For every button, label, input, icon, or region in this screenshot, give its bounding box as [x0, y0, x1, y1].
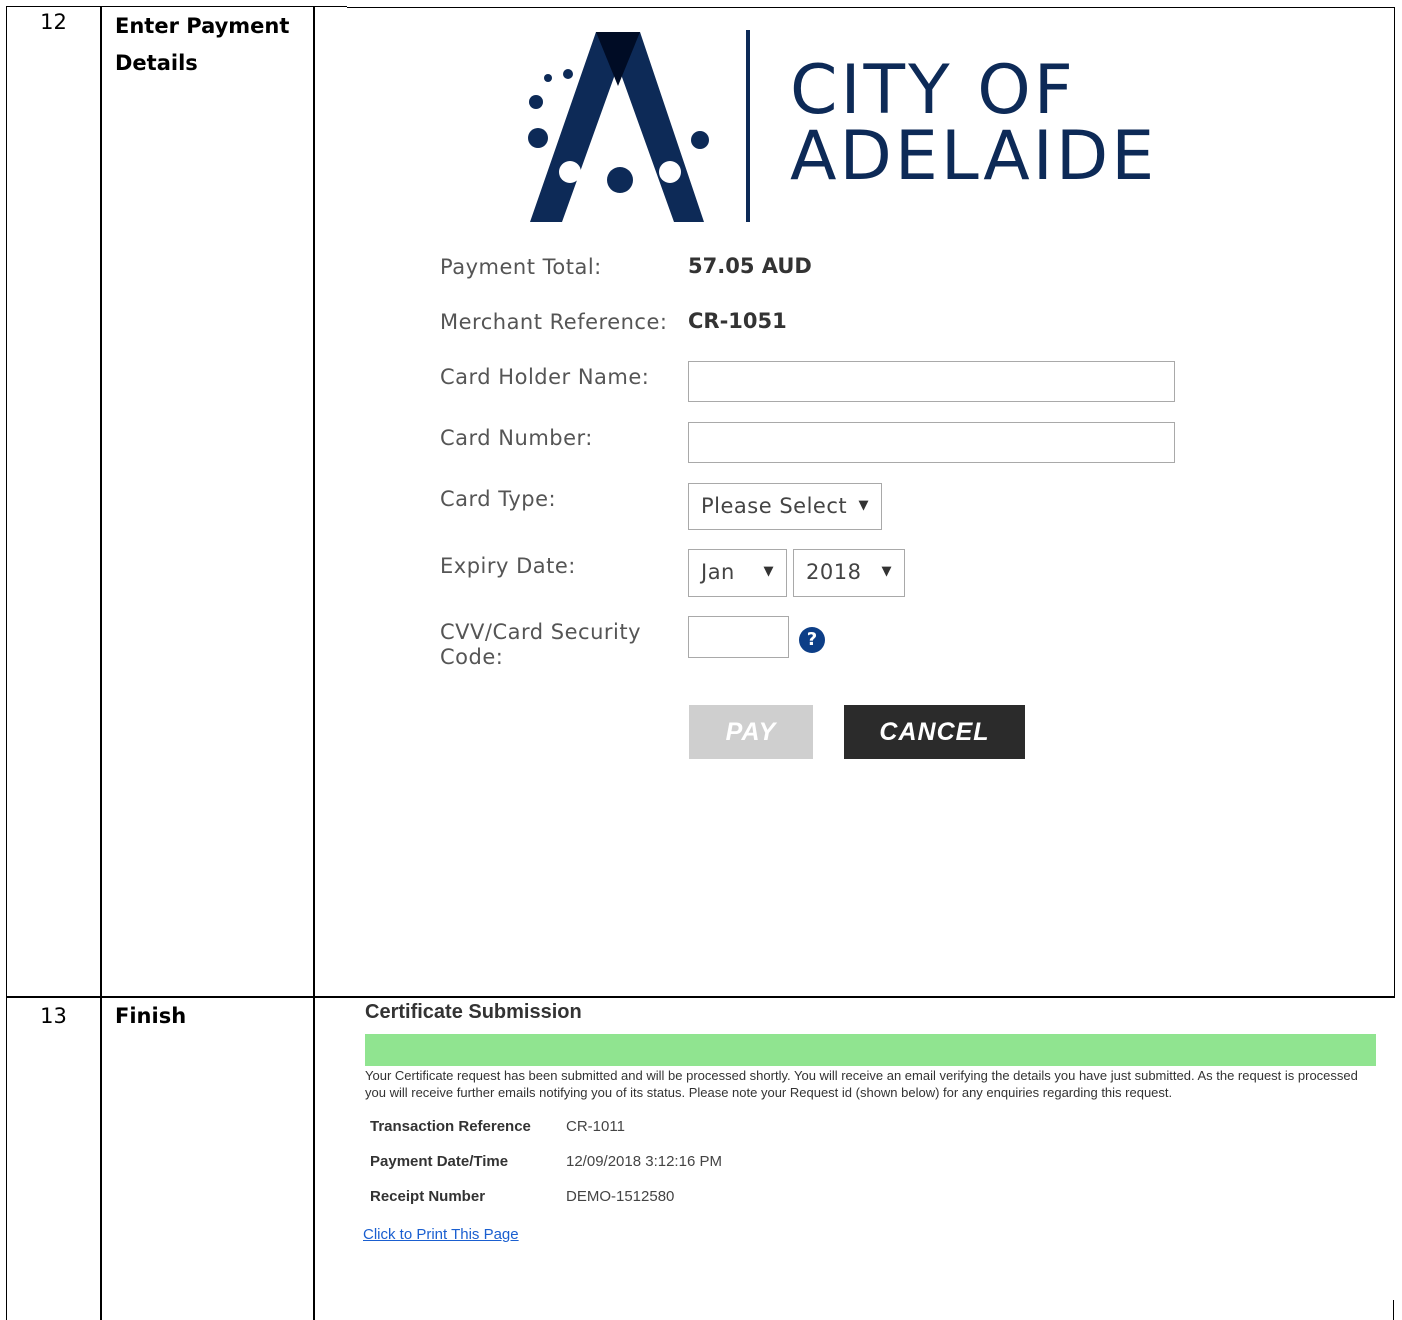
merchant-reference-label: Merchant Reference:	[440, 310, 668, 334]
logo-divider	[746, 30, 750, 222]
card-number-label: Card Number:	[440, 426, 593, 450]
success-status-bar	[365, 1034, 1376, 1066]
table-border-right-lower	[1393, 1300, 1394, 1320]
cvv-label: CVV/Card Security Code:	[440, 620, 642, 669]
expiry-year-select[interactable]: 2018 ▼	[793, 549, 905, 597]
row-step-finish: Finish	[115, 1004, 187, 1028]
card-type-label: Card Type:	[440, 487, 557, 511]
receipt-number-label: Receipt Number	[370, 1188, 486, 1205]
pay-button[interactable]: PAY	[689, 705, 813, 759]
cvv-input[interactable]	[688, 616, 789, 658]
payment-datetime-value: 12/09/2018 3:12:16 PM	[566, 1153, 722, 1170]
expiry-year-selected: 2018	[806, 560, 862, 584]
card-type-select[interactable]: Please Select ▼	[688, 483, 882, 530]
transaction-reference-label: Transaction Reference	[370, 1118, 531, 1135]
table-border-right	[1394, 7, 1395, 997]
table-border-top-right	[347, 7, 1395, 8]
submission-message: Your Certificate request has been submit…	[365, 1068, 1358, 1100]
row-number-13: 13	[40, 1004, 67, 1028]
expiry-month-selected: Jan	[701, 560, 735, 584]
payment-total-label: Payment Total:	[440, 255, 602, 279]
card-number-input[interactable]	[688, 422, 1175, 463]
row-step-payment: Enter Payment Details	[115, 14, 290, 75]
print-page-link[interactable]: Click to Print This Page	[363, 1226, 519, 1243]
row-number-12: 12	[40, 10, 67, 34]
receipt-number-value: DEMO-1512580	[566, 1188, 675, 1205]
table-col-divider-1	[100, 6, 102, 1320]
certificate-submission-title: Certificate Submission	[365, 1001, 582, 1023]
logo-wordmark: CITY OF ADELAIDE	[790, 51, 1158, 196]
card-holder-name-input[interactable]	[688, 361, 1175, 402]
transaction-reference-value: CR-1011	[566, 1118, 625, 1135]
help-icon[interactable]: ?	[799, 627, 825, 653]
expiry-month-select[interactable]: Jan ▼	[688, 549, 787, 597]
expiry-date-label: Expiry Date:	[440, 554, 576, 578]
cancel-button[interactable]: CANCEL	[844, 705, 1025, 759]
table-col-divider-2	[313, 6, 315, 1320]
adelaide-a-mark-icon	[528, 32, 709, 222]
payment-datetime-label: Payment Date/Time	[370, 1153, 509, 1170]
chevron-down-icon: ▼	[881, 564, 892, 579]
chevron-down-icon: ▼	[858, 498, 869, 513]
table-border-top	[6, 6, 347, 7]
chevron-down-icon: ▼	[763, 564, 774, 579]
payment-total-value: 57.05 AUD	[688, 254, 812, 278]
table-border-left	[6, 6, 7, 1320]
city-of-adelaide-logo: CITY OF ADELAIDE	[524, 28, 1154, 224]
logo-line-1: CITY OF	[790, 51, 1076, 130]
logo-line-2: ADELAIDE	[790, 117, 1158, 196]
card-type-selected: Please Select	[701, 494, 848, 518]
card-holder-name-label: Card Holder Name:	[440, 365, 650, 389]
merchant-reference-value: CR-1051	[688, 309, 787, 333]
